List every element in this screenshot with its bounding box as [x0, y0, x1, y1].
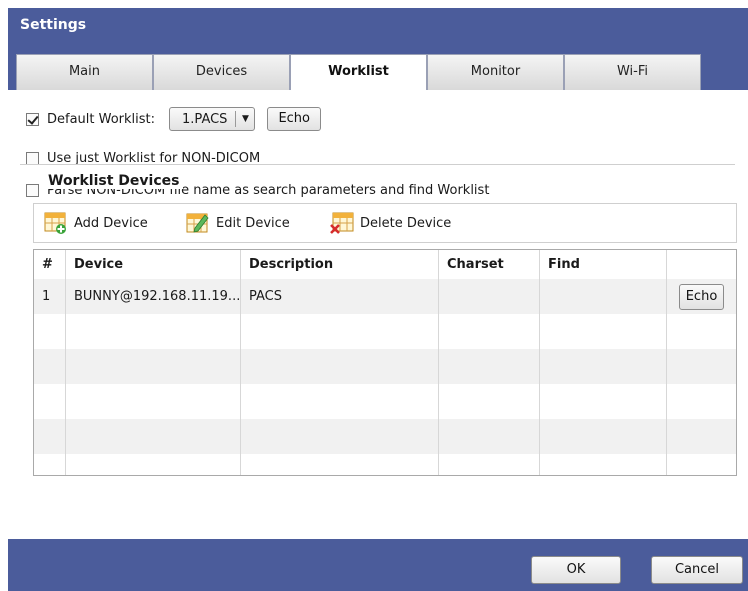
- column-header-action: [667, 250, 736, 279]
- window-title: Settings: [20, 17, 87, 33]
- delete-device-label: Delete Device: [360, 215, 452, 231]
- add-device-label: Add Device: [74, 215, 148, 231]
- column-header-charset[interactable]: Charset: [439, 250, 540, 279]
- add-device-button[interactable]: Add Device: [44, 204, 148, 242]
- edit-device-label: Edit Device: [216, 215, 290, 231]
- default-worklist-select[interactable]: 1.PACS ▼: [169, 107, 256, 131]
- table-header: # Device Description Charset Find: [34, 250, 736, 280]
- edit-device-icon: [186, 213, 209, 233]
- column-header-index[interactable]: #: [34, 250, 66, 279]
- settings-window: Settings Main Devices Worklist Monitor W…: [8, 8, 748, 591]
- column-header-find[interactable]: Find: [540, 250, 667, 279]
- default-worklist-row: Default Worklist: 1.PACS ▼ Echo: [26, 107, 321, 131]
- row-echo-button[interactable]: Echo: [678, 283, 725, 310]
- dropdown-arrow-icon: ▼: [241, 114, 249, 124]
- ok-button[interactable]: OK: [531, 556, 621, 584]
- worklist-devices-toolbar: Add Device Edit Device Delete Device: [33, 203, 737, 243]
- cell-find: [540, 279, 667, 314]
- tab-wifi[interactable]: Wi-Fi: [564, 54, 701, 90]
- default-worklist-label: Default Worklist:: [47, 111, 156, 127]
- column-header-description[interactable]: Description: [241, 250, 439, 279]
- delete-device-button[interactable]: Delete Device: [330, 204, 451, 242]
- tab-worklist[interactable]: Worklist: [290, 54, 427, 90]
- empty-row: [34, 384, 736, 419]
- tab-strip: Main Devices Worklist Monitor Wi-Fi: [8, 50, 748, 90]
- tab-devices[interactable]: Devices: [153, 54, 290, 90]
- cell-index: 1: [34, 279, 66, 314]
- cell-action: Echo: [667, 279, 736, 314]
- cell-device: BUNNY@192.168.11.19...: [66, 279, 241, 314]
- dialog-footer: OK Cancel: [8, 539, 748, 591]
- worklist-devices-title: Worklist Devices: [44, 173, 184, 189]
- echo-button[interactable]: Echo: [267, 107, 321, 131]
- tab-monitor[interactable]: Monitor: [427, 54, 564, 90]
- table-row[interactable]: 1 BUNNY@192.168.11.19... PACS Echo: [34, 279, 736, 314]
- empty-row: [34, 314, 736, 349]
- worklist-devices-table: # Device Description Charset Find 1 BUNN…: [33, 249, 737, 476]
- cell-description: PACS: [241, 279, 439, 314]
- default-worklist-checkbox[interactable]: [26, 112, 39, 126]
- edit-device-button[interactable]: Edit Device: [186, 204, 290, 242]
- empty-row: [34, 349, 736, 384]
- column-header-device[interactable]: Device: [66, 250, 241, 279]
- empty-row: [34, 419, 736, 454]
- tab-main[interactable]: Main: [16, 54, 153, 90]
- empty-row: [34, 454, 736, 475]
- cancel-button[interactable]: Cancel: [651, 556, 743, 584]
- delete-device-icon: [330, 212, 354, 234]
- add-device-icon: [44, 212, 66, 234]
- cell-charset: [439, 279, 540, 314]
- default-worklist-selected: 1.PACS: [182, 111, 228, 127]
